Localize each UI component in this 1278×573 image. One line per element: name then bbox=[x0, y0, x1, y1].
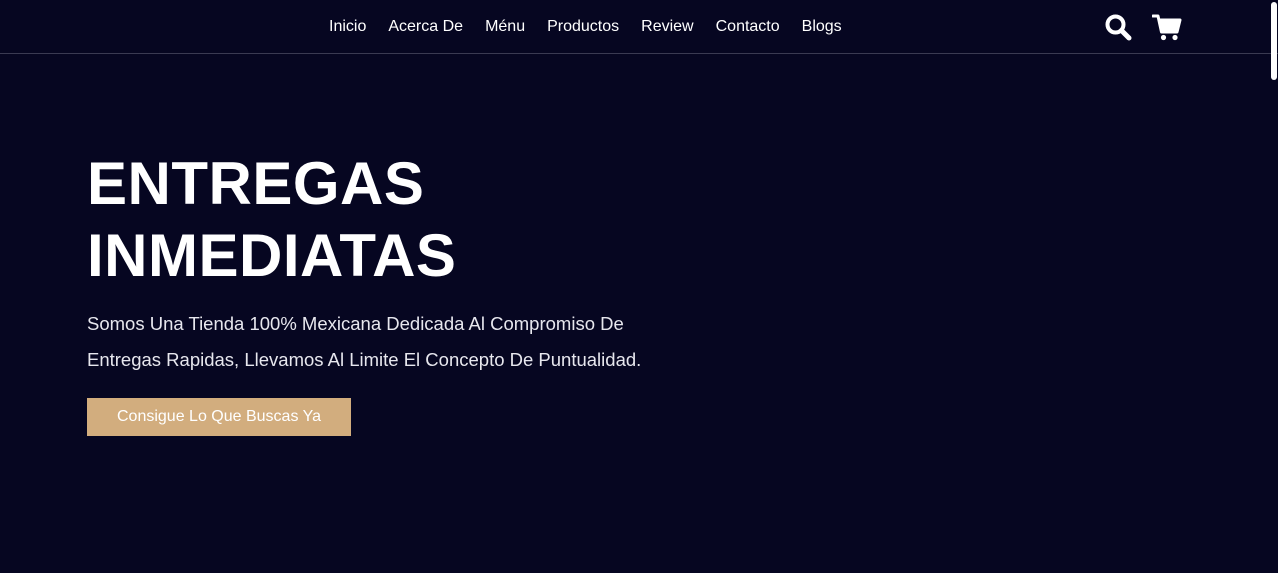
nav-item-inicio[interactable]: Inicio bbox=[329, 18, 366, 36]
shopping-cart-icon[interactable] bbox=[1152, 13, 1182, 41]
header-icons bbox=[1104, 12, 1182, 42]
search-icon[interactable] bbox=[1104, 13, 1132, 41]
page: Inicio Acerca De Ménu Productos Review C… bbox=[0, 0, 1278, 573]
nav-item-contacto[interactable]: Contacto bbox=[716, 18, 780, 36]
hero-title-line1: ENTREGAS bbox=[87, 150, 425, 217]
nav-item-acerca-de[interactable]: Acerca De bbox=[388, 18, 463, 36]
cta-button[interactable]: Consigue Lo Que Buscas Ya bbox=[87, 398, 351, 436]
nav-item-blogs[interactable]: Blogs bbox=[802, 18, 842, 36]
nav-item-review[interactable]: Review bbox=[641, 18, 693, 36]
site-header: Inicio Acerca De Ménu Productos Review C… bbox=[0, 0, 1278, 54]
hero-description-line2: Entregas Rapidas, Llevamos Al Limite El … bbox=[87, 349, 642, 370]
hero-description: Somos Una Tienda 100% Mexicana Dedicada … bbox=[87, 306, 687, 378]
main-nav: Inicio Acerca De Ménu Productos Review C… bbox=[318, 0, 853, 54]
nav-item-productos[interactable]: Productos bbox=[547, 18, 619, 36]
page-scrollbar[interactable] bbox=[1270, 0, 1278, 573]
hero-section: ENTREGAS INMEDIATAS Somos Una Tienda 100… bbox=[87, 148, 727, 436]
hero-description-line1: Somos Una Tienda 100% Mexicana Dedicada … bbox=[87, 313, 624, 334]
hero-title-line2: INMEDIATAS bbox=[87, 222, 457, 289]
nav-item-menu[interactable]: Ménu bbox=[485, 18, 525, 36]
scrollbar-thumb[interactable] bbox=[1271, 2, 1277, 80]
hero-title: ENTREGAS INMEDIATAS bbox=[87, 148, 727, 292]
